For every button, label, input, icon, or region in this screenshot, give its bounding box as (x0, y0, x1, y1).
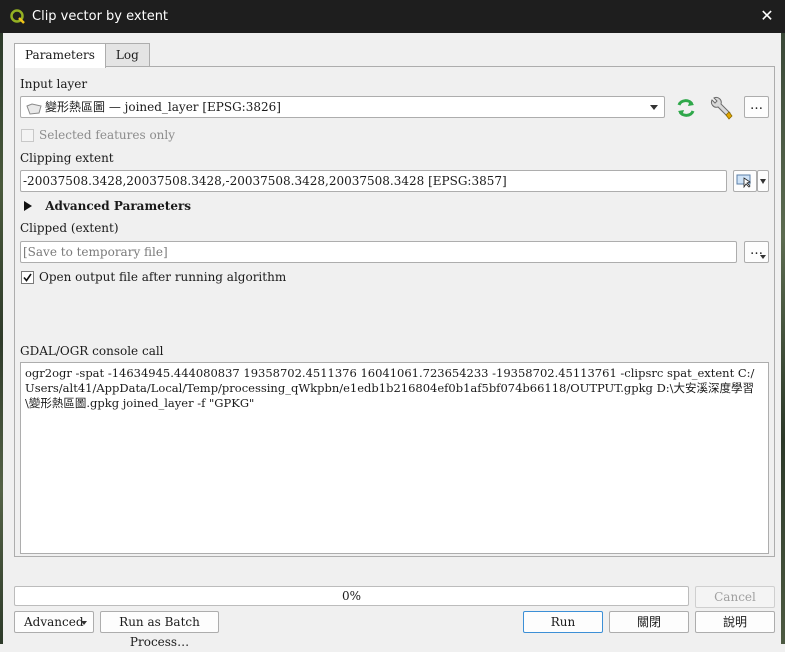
selected-features-checkbox[interactable] (21, 129, 34, 142)
console-call-label: GDAL/OGR console call (20, 344, 164, 358)
output-more-button[interactable]: … (744, 241, 769, 263)
advanced-button-label: Advanced (24, 615, 84, 629)
wrench-icon[interactable] (708, 96, 734, 120)
advanced-parameters-toggle[interactable]: Advanced Parameters (24, 199, 191, 213)
advanced-button[interactable]: Advanced (14, 611, 94, 633)
clipped-output-input[interactable]: [Save to temporary file] (20, 241, 737, 263)
cancel-button[interactable]: Cancel (695, 586, 775, 608)
run-button[interactable]: Run (523, 611, 603, 633)
input-layer-combo[interactable]: 變形熱區圖 — joined_layer [EPSG:3826] (20, 96, 665, 118)
input-layer-value: 變形熱區圖 — joined_layer [EPSG:3826] (45, 100, 281, 114)
background-map-strip-left (0, 33, 3, 644)
help-button[interactable]: 說明 (695, 611, 775, 633)
progress-text: 0% (341, 589, 362, 603)
chevron-down-icon (650, 105, 658, 110)
background-map-strip-right (781, 33, 785, 644)
close-icon[interactable]: ✕ (757, 6, 777, 26)
parameters-panel: Input layer 變形熱區圖 — joined_layer [EPSG:3… (14, 66, 775, 557)
run-batch-button[interactable]: Run as Batch Process… (100, 611, 219, 649)
chevron-down-icon (81, 621, 87, 625)
title-bar: Clip vector by extent ✕ (0, 0, 785, 33)
selected-features-label: Selected features only (39, 128, 176, 142)
tab-parameters[interactable]: Parameters (14, 43, 106, 68)
chevron-down-icon (760, 179, 766, 184)
clipped-output-placeholder: [Save to temporary file] (23, 245, 168, 259)
select-extent-button[interactable] (733, 170, 757, 192)
iterate-icon[interactable] (674, 97, 698, 119)
progress-bar: 0% (14, 586, 689, 606)
clipped-output-label: Clipped (extent) (20, 221, 119, 235)
open-output-label: Open output file after running algorithm (39, 270, 287, 284)
extent-options-dropdown[interactable] (757, 170, 769, 192)
tab-bar: Parameters Log (14, 43, 150, 68)
tab-log[interactable]: Log (104, 43, 150, 66)
triangle-right-icon (24, 201, 32, 211)
input-layer-more-button[interactable]: … (744, 96, 769, 118)
qgis-logo-icon (10, 8, 26, 25)
open-output-checkbox[interactable] (21, 271, 34, 284)
input-layer-label: Input layer (20, 77, 88, 91)
cursor-select-icon (736, 174, 754, 192)
clipping-extent-input[interactable]: -20037508.3428,20037508.3428,-20037508.3… (20, 170, 727, 192)
window-title: Clip vector by extent (32, 9, 169, 24)
advanced-parameters-label: Advanced Parameters (45, 199, 192, 213)
close-button[interactable]: 關閉 (609, 611, 689, 633)
clipping-extent-label: Clipping extent (20, 151, 114, 165)
chevron-down-icon (760, 255, 766, 259)
console-call-text[interactable]: ogr2ogr -spat -14634945.444080837 193587… (20, 362, 769, 554)
polygon-layer-icon (26, 101, 42, 117)
clipping-extent-value: -20037508.3428,20037508.3428,-20037508.3… (23, 174, 507, 188)
